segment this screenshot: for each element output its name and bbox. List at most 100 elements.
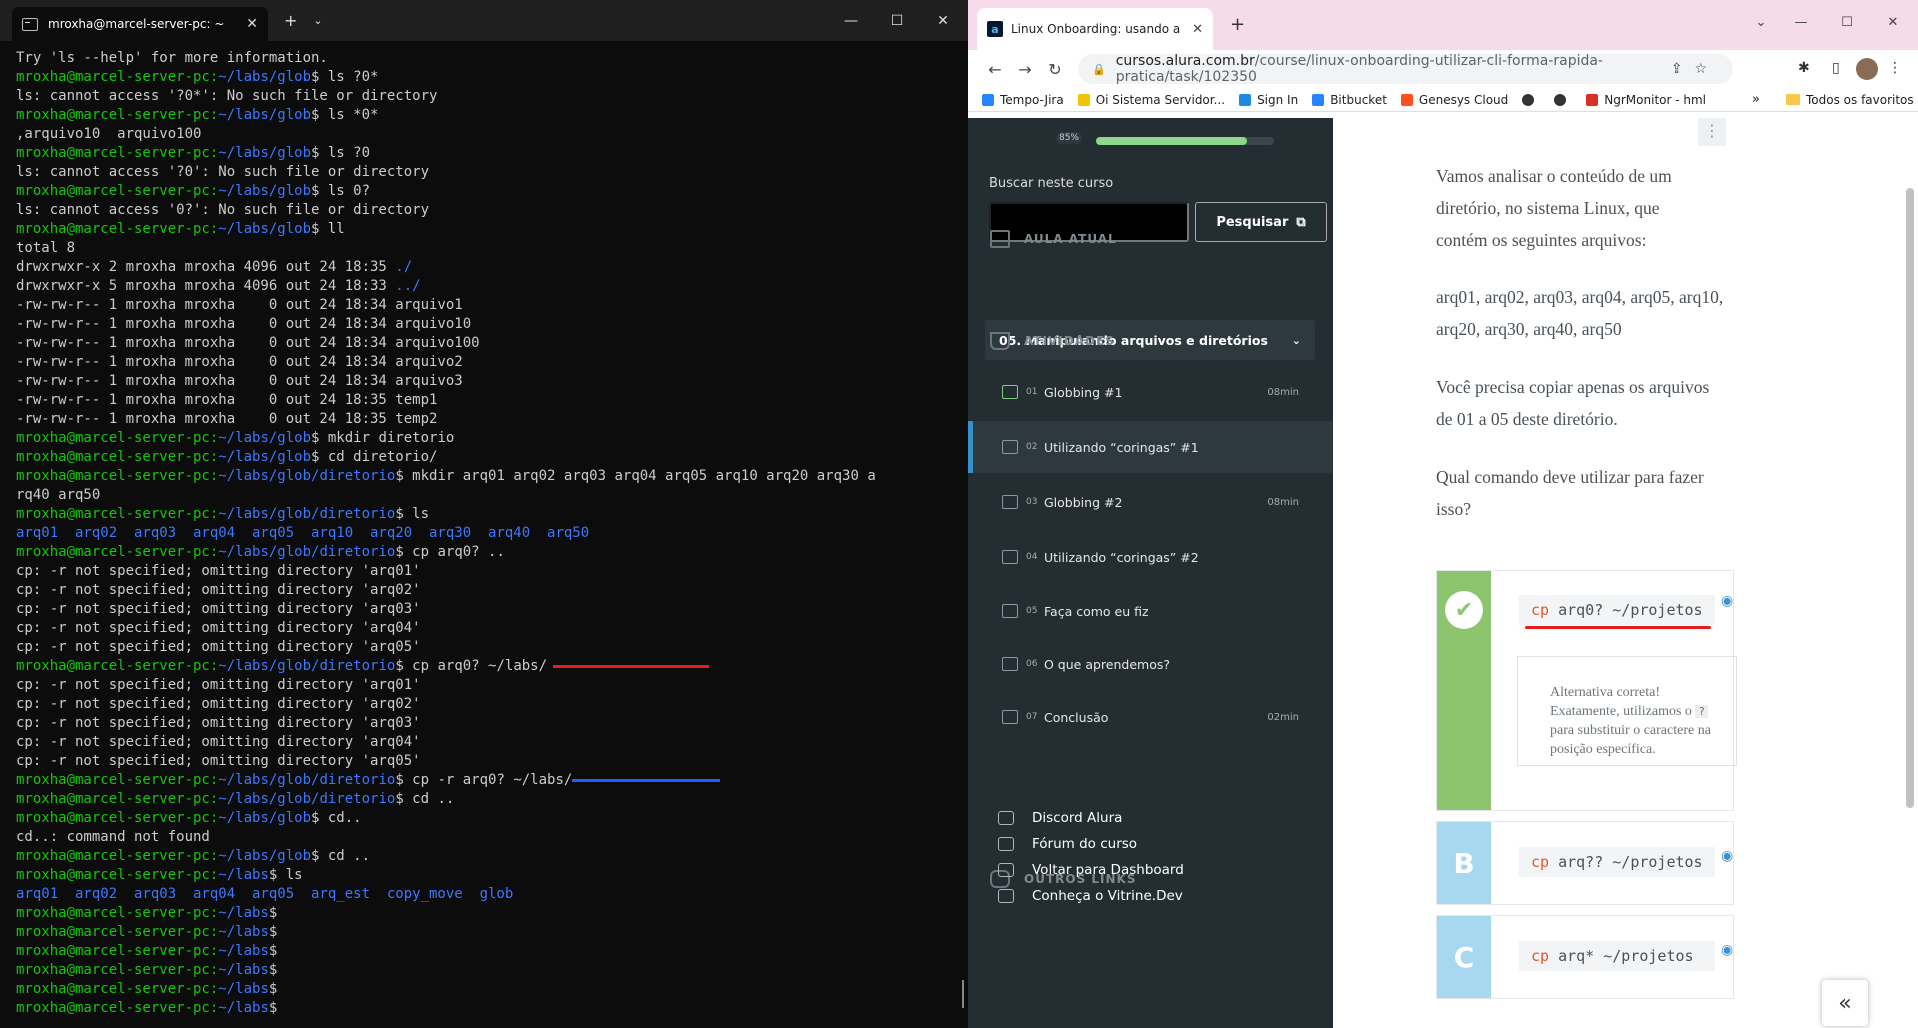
- close-tab-icon[interactable]: ✕: [246, 16, 258, 32]
- other-link-item[interactable]: Voltar para Dashboard: [998, 862, 1184, 878]
- side-panel-icon[interactable]: ▯: [1832, 60, 1840, 76]
- bookmark-item[interactable]: [1554, 93, 1572, 106]
- maximize-button[interactable]: ☐: [874, 0, 920, 41]
- activity-item-06[interactable]: 06 O que aprendemos?: [968, 638, 1333, 690]
- url-domain: cursos.alura.com.br: [1115, 53, 1255, 69]
- eye-icon[interactable]: ◉: [1721, 593, 1733, 609]
- browser-toolbar: ← → ↻ 🔒 cursos.alura.com.br/course/linux…: [968, 50, 1918, 88]
- activity-number: 04: [1026, 552, 1038, 562]
- terminal-tab[interactable]: mroxha@marcel-server-pc: ~ ✕: [12, 7, 268, 41]
- terminal-command-line: mroxha@marcel-server-pc:~/labs/glob$ ls …: [16, 144, 954, 163]
- terminal-output-line: -rw-rw-r-- 1 mroxha mroxha 0 out 24 18:3…: [16, 353, 954, 372]
- all-bookmarks-folder[interactable]: Todos os favoritos: [1786, 93, 1914, 107]
- prompt-user: mroxha@marcel-server-pc:: [16, 69, 219, 85]
- eye-icon[interactable]: ◉: [1721, 942, 1733, 958]
- other-link-item[interactable]: Conheça o Vitrine.Dev: [998, 888, 1183, 904]
- progress-fill: [1096, 137, 1248, 145]
- prompt-user: mroxha@marcel-server-pc:: [16, 221, 219, 237]
- terminal-command-line: mroxha@marcel-server-pc:~/labs/glob/dire…: [16, 790, 954, 809]
- alternative-b[interactable]: B cp arq?? ~/projetos ◉: [1436, 821, 1734, 905]
- command-text: $ cp -r arq0? ~/labs/: [395, 772, 573, 788]
- activity-item-04[interactable]: 04 Utilizando “coringas” #2: [968, 531, 1333, 583]
- page-scrollbar[interactable]: [1906, 188, 1914, 808]
- address-bar[interactable]: 🔒 cursos.alura.com.br/course/linux-onboa…: [1078, 53, 1733, 85]
- bookmarks-overflow-button[interactable]: »: [1752, 92, 1760, 107]
- prompt-user: mroxha@marcel-server-pc:: [16, 867, 219, 883]
- terminal-window[interactable]: mroxha@marcel-server-pc: ~ ✕ + ⌄ — ☐ ✕ T…: [0, 0, 968, 1028]
- close-window-button[interactable]: ✕: [1870, 8, 1916, 36]
- terminal-command-line: mroxha@marcel-server-pc:~/labs/glob/dire…: [16, 543, 954, 562]
- extensions-icon[interactable]: ✱: [1798, 60, 1810, 76]
- bookmark-item[interactable]: NgrMonitor - hml: [1586, 93, 1706, 107]
- share-star-icons[interactable]: ⇪☆: [1671, 61, 1719, 77]
- alternative-a[interactable]: ✔ cp arq0? ~/projetos ◉ Alternativa corr…: [1436, 570, 1737, 811]
- activity-item-03[interactable]: 03 Globbing #2 08min: [968, 476, 1333, 528]
- new-tab-button[interactable]: +: [284, 11, 297, 30]
- minimize-button[interactable]: —: [1778, 8, 1824, 36]
- prompt-user: mroxha@marcel-server-pc:: [16, 848, 219, 864]
- other-link-item[interactable]: Discord Alura: [998, 810, 1122, 826]
- site-info-icon[interactable]: 🔒: [1092, 63, 1106, 76]
- bookmark-item[interactable]: [1522, 93, 1540, 106]
- bookmark-label: NgrMonitor - hml: [1604, 92, 1707, 107]
- alternative-a-code: cp arq0? ~/projetos: [1519, 595, 1715, 625]
- terminal-scrollbar[interactable]: [962, 980, 964, 1008]
- bookmark-item[interactable]: Oi Sistema Servidor...: [1077, 93, 1225, 107]
- terminal-command-line: mroxha@marcel-server-pc:~/labs/glob/dire…: [16, 467, 954, 486]
- new-tab-button[interactable]: +: [1230, 14, 1245, 35]
- blue-underline-annotation: [572, 778, 721, 782]
- output-text: cd..: command not found: [16, 829, 210, 845]
- minimize-button[interactable]: —: [828, 0, 874, 41]
- terminal-output-line: cp: -r not specified; omitting directory…: [16, 752, 954, 771]
- terminal-output[interactable]: Try 'ls --help' for more information. mro…: [16, 49, 954, 1018]
- close-tab-icon[interactable]: ✕: [1192, 22, 1203, 37]
- prompt-path: ~/labs/glob: [218, 69, 312, 85]
- back-arrow-icon[interactable]: ←: [980, 60, 1010, 79]
- terminal-output-line: rq40 arq50: [16, 486, 954, 505]
- close-window-button[interactable]: ✕: [920, 0, 966, 41]
- discord-icon: [998, 811, 1014, 825]
- activity-label: Utilizando “coringas” #1: [1044, 439, 1199, 455]
- activity-item-01[interactable]: 01 Globbing #1 08min: [968, 366, 1333, 418]
- activity-item-02[interactable]: 02 Utilizando “coringas” #1: [968, 421, 1333, 473]
- alura-favicon-icon: a: [987, 21, 1003, 37]
- question-paragraph-1: Vamos analisar o conteúdo de um diretóri…: [1436, 166, 1672, 250]
- forward-arrow-icon[interactable]: →: [1010, 60, 1040, 79]
- terminal-command-line: mroxha@marcel-server-pc:~/labs/glob$ ls …: [16, 68, 954, 87]
- output-text: cp: -r not specified; omitting directory…: [16, 696, 421, 712]
- terminal-icon: [22, 17, 38, 31]
- eye-icon[interactable]: ◉: [1721, 848, 1733, 864]
- bookmark-item[interactable]: Genesys Cloud: [1400, 93, 1508, 107]
- prompt-user: mroxha@marcel-server-pc:: [16, 544, 219, 560]
- chevron-down-icon[interactable]: ⌄: [313, 14, 322, 27]
- prompt-path: ~/labs/glob: [218, 848, 312, 864]
- command-text: $ ls ?0: [311, 145, 371, 161]
- output-text: -rw-rw-r-- 1 mroxha mroxha 0 out 24 18:3…: [16, 335, 480, 351]
- bookmark-item[interactable]: Sign In: [1239, 93, 1298, 107]
- prompt-path: ~/labs/glob: [218, 107, 312, 123]
- output-text: cp: -r not specified; omitting directory…: [16, 582, 421, 598]
- bookmark-item[interactable]: Bitbucket: [1312, 93, 1387, 107]
- list-icon: [1002, 550, 1018, 564]
- profile-avatar[interactable]: [1856, 58, 1878, 80]
- activity-item-05[interactable]: 05 Faça como eu fiz: [968, 585, 1333, 637]
- kebab-menu-icon[interactable]: ⋮: [1888, 60, 1902, 76]
- terminal-command-line: mroxha@marcel-server-pc:~/labs/glob$ ls …: [16, 182, 954, 201]
- activity-number: 02: [1026, 442, 1038, 452]
- output-text: -rw-rw-r-- 1 mroxha mroxha 0 out 24 18:3…: [16, 316, 472, 332]
- reload-icon[interactable]: ↻: [1040, 60, 1070, 79]
- terminal-output-line: cp: -r not specified; omitting directory…: [16, 600, 954, 619]
- browser-tab[interactable]: a Linux Onboarding: usando a CLI ✕: [977, 8, 1213, 50]
- progress-bar: [1096, 137, 1274, 145]
- alternative-a-marker: ✔: [1437, 571, 1491, 810]
- command-text: $ cp arq0? ..: [395, 544, 505, 560]
- options-icon[interactable]: ⋮: [1698, 118, 1726, 146]
- other-link-item[interactable]: Fórum do curso: [998, 836, 1137, 852]
- external-link-icon: ⧉: [1296, 214, 1306, 230]
- search-button[interactable]: Pesquisar ⧉: [1195, 202, 1327, 242]
- maximize-button[interactable]: ☐: [1824, 8, 1870, 36]
- bookmark-item[interactable]: Tempo-Jira: [982, 93, 1064, 107]
- alternative-c[interactable]: C cp arq* ~/projetos ◉: [1436, 915, 1734, 999]
- activity-item-07[interactable]: 07 Conclusão 02min: [968, 691, 1333, 743]
- collapse-sidebar-button[interactable]: «: [1822, 980, 1868, 1026]
